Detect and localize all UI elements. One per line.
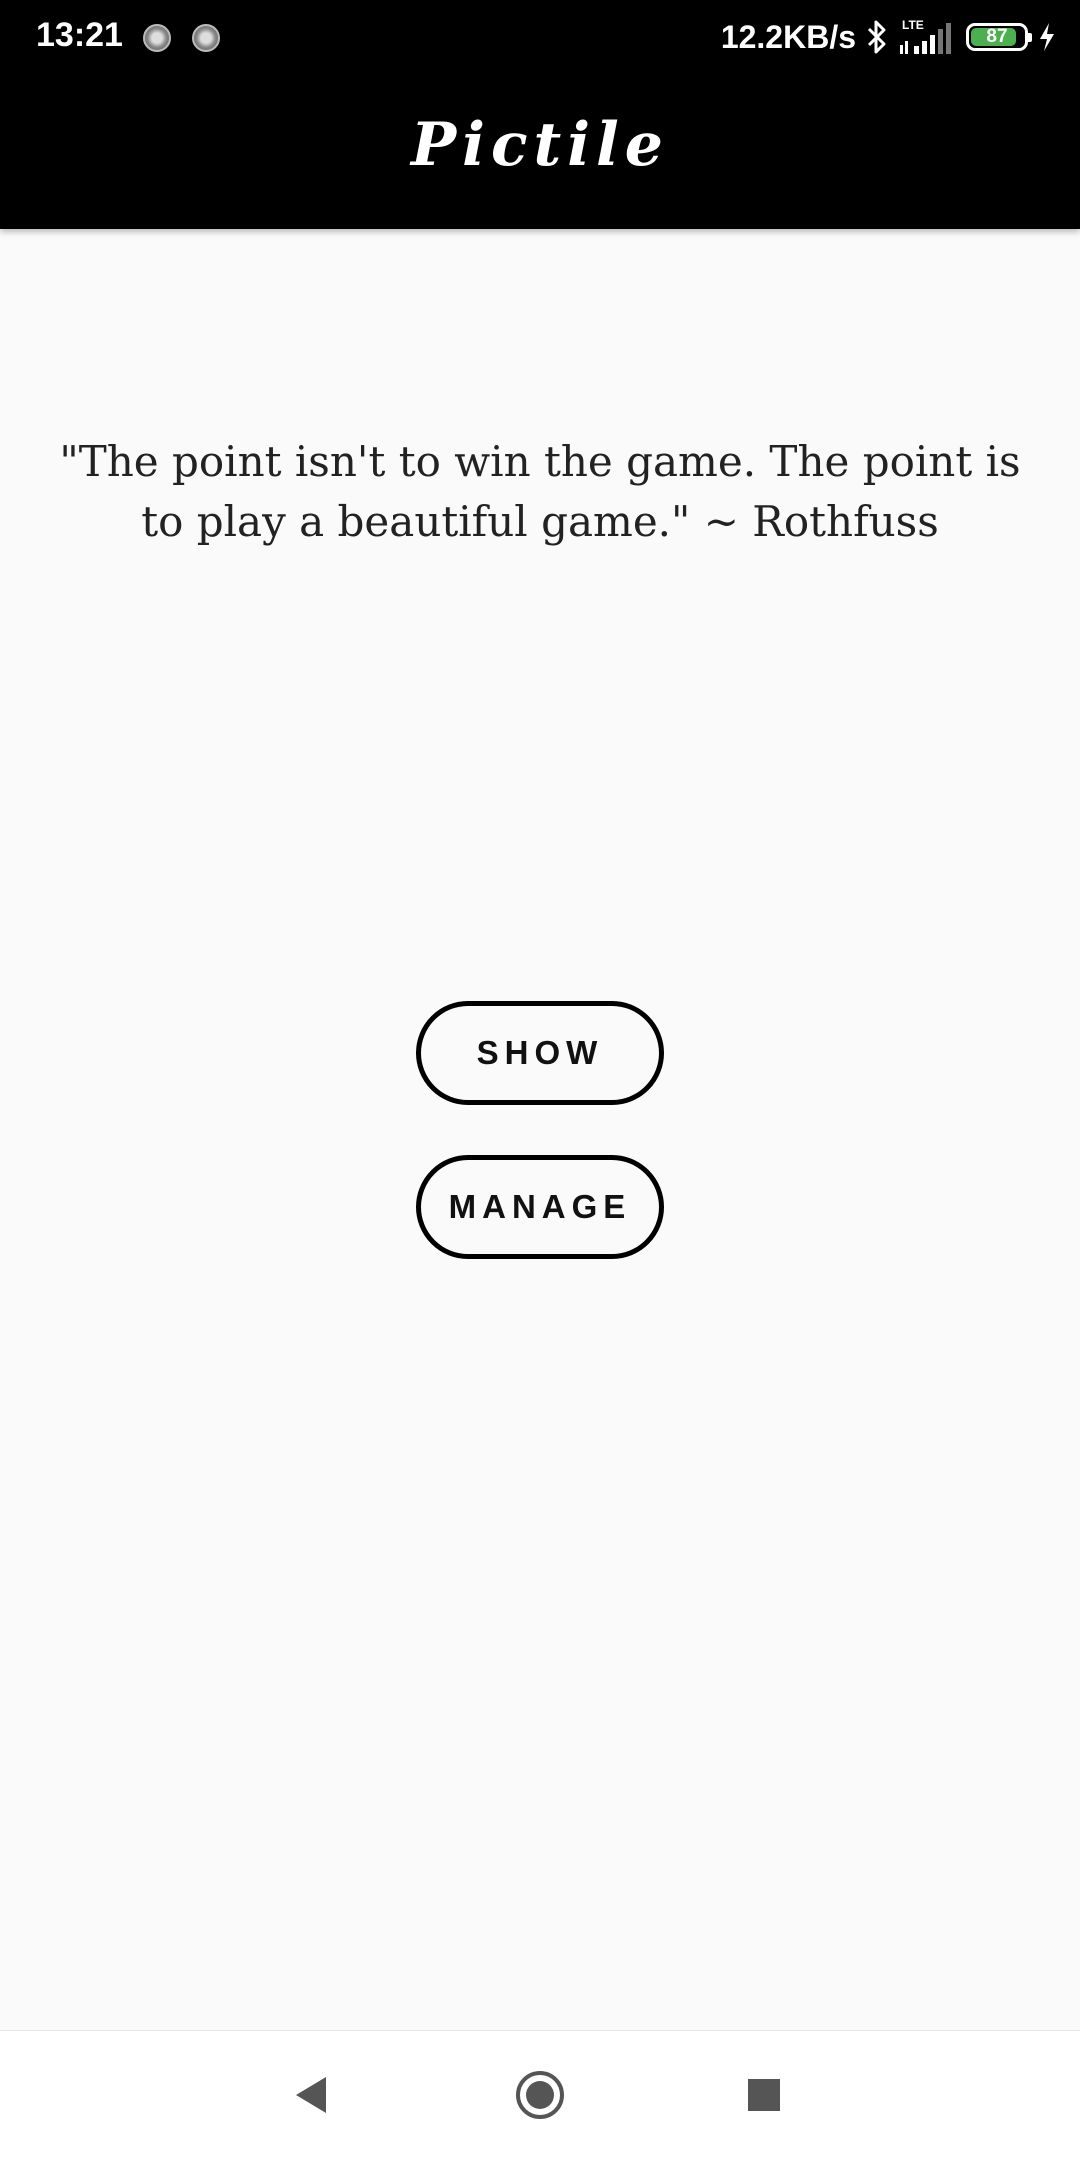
quote-text: "The point isn't to win the game. The po… xyxy=(59,437,1021,546)
bluetooth-icon xyxy=(866,19,888,55)
back-button[interactable] xyxy=(282,2065,342,2125)
status-bar: 13:21 12.2KB/s LTE 87 xyxy=(0,0,1080,76)
recent-apps-button[interactable] xyxy=(734,2065,794,2125)
screen: 13:21 12.2KB/s LTE 87 Pictile "The point… xyxy=(0,0,1080,2160)
network-type-label: LTE xyxy=(902,18,924,32)
charging-icon xyxy=(1038,22,1056,52)
status-time: 13:21 xyxy=(36,16,123,54)
home-icon xyxy=(516,2071,564,2119)
notification-dot-icon xyxy=(143,24,171,52)
battery-icon: 87 xyxy=(966,23,1032,51)
signal-icon: LTE xyxy=(898,17,956,57)
status-icons: 12.2KB/s LTE 87 xyxy=(721,14,1056,60)
recent-apps-icon xyxy=(748,2079,780,2111)
navigation-bar xyxy=(0,2030,1080,2160)
back-icon xyxy=(296,2077,326,2113)
manage-button[interactable]: MANAGE xyxy=(416,1155,664,1259)
home-button[interactable] xyxy=(510,2065,570,2125)
network-speed: 12.2KB/s xyxy=(720,18,856,55)
battery-tip xyxy=(1028,33,1032,42)
show-button[interactable]: SHOW xyxy=(416,1001,664,1105)
battery-level: 87 xyxy=(986,26,1008,47)
notification-dot-icon xyxy=(192,24,220,52)
app-header: 13:21 12.2KB/s LTE 87 Pictile xyxy=(0,0,1080,229)
app-title: Pictile xyxy=(411,110,669,180)
